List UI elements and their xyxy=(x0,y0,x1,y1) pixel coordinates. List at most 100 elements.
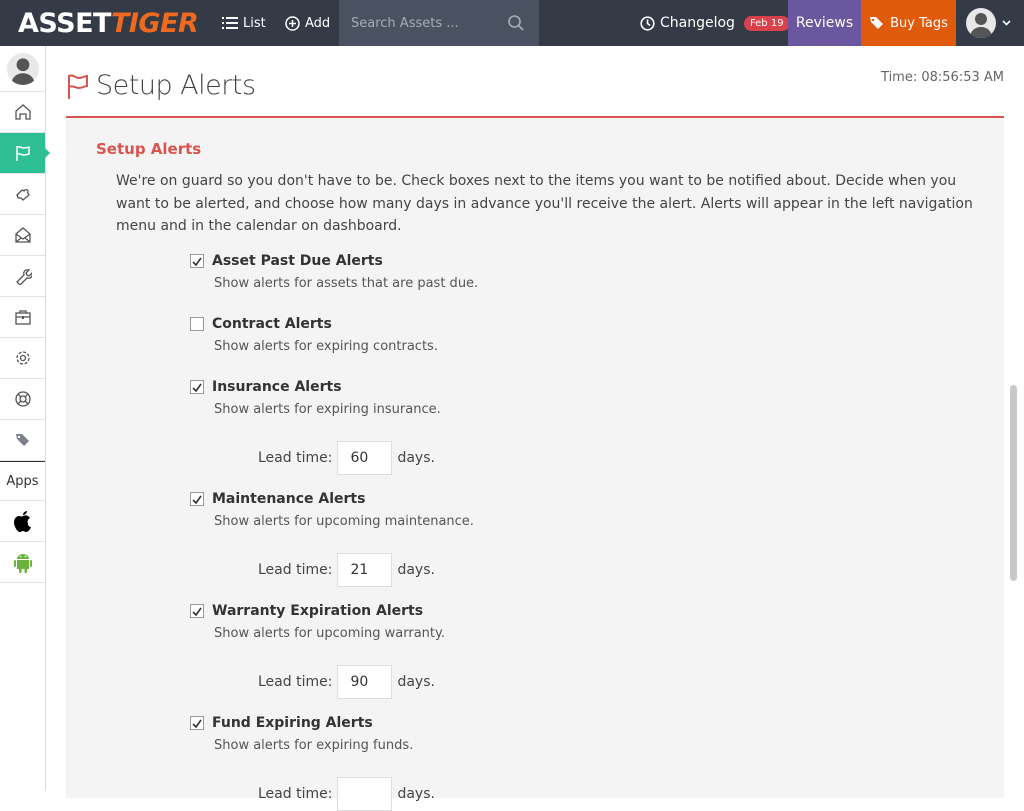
sidebar-avatar[interactable] xyxy=(0,46,45,92)
puzzle-icon xyxy=(15,188,30,201)
days-label: days. xyxy=(397,674,435,690)
fund-expiring-lead-time: Lead time: days. xyxy=(258,777,435,811)
lead-time-label: Lead time: xyxy=(258,786,333,802)
sidebar-item-settings[interactable] xyxy=(0,338,45,379)
insurance-lead-time-input[interactable] xyxy=(337,441,393,475)
top-navbar: ASSETTIGER List Add Changelog Feb 19 Rev… xyxy=(0,0,1024,46)
days-label: days. xyxy=(397,450,435,466)
asset-past-due-checkbox[interactable] xyxy=(190,254,204,268)
avatar xyxy=(6,52,39,85)
warranty-checkbox[interactable] xyxy=(190,604,204,618)
alert-maintenance: Maintenance Alerts Show alerts for upcom… xyxy=(190,491,474,529)
sidebar-item-help[interactable] xyxy=(0,379,45,420)
alert-description: Show alerts for expiring insurance. xyxy=(214,402,441,417)
maintenance-lead-time: Lead time: days. xyxy=(258,553,435,587)
alerts-panel: Setup Alerts We're on guard so you don't… xyxy=(66,118,1004,811)
insurance-lead-time: Lead time: days. xyxy=(258,441,435,475)
apple-icon xyxy=(13,511,31,532)
gear-icon xyxy=(15,351,30,365)
days-label: days. xyxy=(397,786,435,802)
alert-description: Show alerts for upcoming warranty. xyxy=(214,626,445,641)
sidebar-item-home[interactable] xyxy=(0,92,45,133)
clock-icon xyxy=(640,15,655,31)
list-icon xyxy=(222,17,238,29)
add-circle-icon xyxy=(285,15,300,31)
contract-checkbox[interactable] xyxy=(190,317,204,331)
warranty-lead-time-input[interactable] xyxy=(337,665,393,699)
intro-text: We're on guard so you don't have to be. … xyxy=(116,173,973,234)
sidebar-item-ios-app[interactable] xyxy=(0,501,45,542)
alert-label: Maintenance Alerts xyxy=(212,491,366,507)
sidebar-item-tools[interactable] xyxy=(0,174,45,215)
search-icon[interactable] xyxy=(507,14,525,32)
sidebar: Apps xyxy=(0,46,50,791)
check-icon xyxy=(192,607,202,616)
page-scrollbar[interactable] xyxy=(1010,385,1017,581)
alert-description: Show alerts for assets that are past due… xyxy=(214,276,479,291)
add-label: Add xyxy=(305,15,331,31)
search-box xyxy=(339,0,539,46)
changelog-label: Changelog xyxy=(660,15,735,31)
lead-time-label: Lead time: xyxy=(258,562,333,578)
page-title-text: Setup Alerts xyxy=(96,70,256,101)
alert-contract: Contract Alerts Show alerts for expiring… xyxy=(190,316,438,354)
changelog-link[interactable]: Changelog Feb 19 xyxy=(640,0,790,46)
user-avatar xyxy=(966,8,996,38)
sidebar-item-briefcase[interactable] xyxy=(0,297,45,338)
maintenance-checkbox[interactable] xyxy=(190,492,204,506)
tag-icon xyxy=(870,17,884,29)
alert-asset-past-due: Asset Past Due Alerts Show alerts for as… xyxy=(190,253,478,291)
logo-text-asset: ASSET xyxy=(18,7,111,39)
alert-fund-expiring: Fund Expiring Alerts Show alerts for exp… xyxy=(190,715,413,753)
sidebar-item-tags[interactable] xyxy=(0,420,45,461)
sidebar-item-alerts[interactable] xyxy=(0,133,50,174)
envelope-open-icon xyxy=(14,227,31,243)
check-icon xyxy=(192,719,202,728)
insurance-checkbox[interactable] xyxy=(190,380,204,394)
user-menu[interactable] xyxy=(966,8,1011,38)
lead-time-label: Lead time: xyxy=(258,674,333,690)
wrench-icon xyxy=(15,269,32,285)
days-label: days. xyxy=(397,562,435,578)
alert-label: Insurance Alerts xyxy=(212,379,342,395)
lead-time-label: Lead time: xyxy=(258,450,333,466)
search-input[interactable] xyxy=(351,15,501,31)
apps-heading: Apps xyxy=(0,461,45,501)
current-time: Time: 08:56:53 AM xyxy=(881,70,1004,85)
alert-warranty: Warranty Expiration Alerts Show alerts f… xyxy=(190,603,445,641)
reviews-label: Reviews xyxy=(795,15,854,31)
main-content: Setup Alerts Time: 08:56:53 AM Setup Ale… xyxy=(46,46,1024,811)
page-title: Setup Alerts xyxy=(66,70,256,101)
check-icon xyxy=(192,257,202,266)
section-title: Setup Alerts xyxy=(96,140,202,158)
warranty-lead-time: Lead time: days. xyxy=(258,665,435,699)
check-icon xyxy=(192,383,202,392)
list-label: List xyxy=(243,15,266,31)
alert-label: Warranty Expiration Alerts xyxy=(212,603,424,619)
add-link[interactable]: Add xyxy=(285,0,330,46)
chevron-down-icon xyxy=(1002,20,1011,26)
alert-description: Show alerts for expiring contracts. xyxy=(214,339,438,354)
reviews-button[interactable]: Reviews xyxy=(788,0,861,46)
tags-icon xyxy=(15,434,29,446)
alert-label: Fund Expiring Alerts xyxy=(212,715,373,731)
sidebar-item-maintenance[interactable] xyxy=(0,256,45,297)
list-link[interactable]: List xyxy=(222,0,266,46)
buy-tags-button[interactable]: Buy Tags xyxy=(861,0,956,46)
home-icon xyxy=(14,104,31,120)
maintenance-lead-time-input[interactable] xyxy=(337,553,393,587)
assettiger-logo[interactable]: ASSET TIGER xyxy=(18,7,199,39)
sidebar-item-inbox[interactable] xyxy=(0,215,45,256)
fund-expiring-checkbox[interactable] xyxy=(190,716,204,730)
flag-icon xyxy=(68,73,88,99)
fund-expiring-lead-time-input[interactable] xyxy=(337,777,393,811)
alert-description: Show alerts for expiring funds. xyxy=(214,738,414,753)
sidebar-item-android-app[interactable] xyxy=(0,542,45,583)
android-icon xyxy=(13,554,32,573)
changelog-badge: Feb 19 xyxy=(743,15,790,31)
briefcase-icon xyxy=(14,310,31,325)
flag-icon xyxy=(15,145,30,161)
alert-label: Asset Past Due Alerts xyxy=(212,253,383,269)
buy-tags-label: Buy Tags xyxy=(890,15,948,31)
check-icon xyxy=(192,495,202,504)
